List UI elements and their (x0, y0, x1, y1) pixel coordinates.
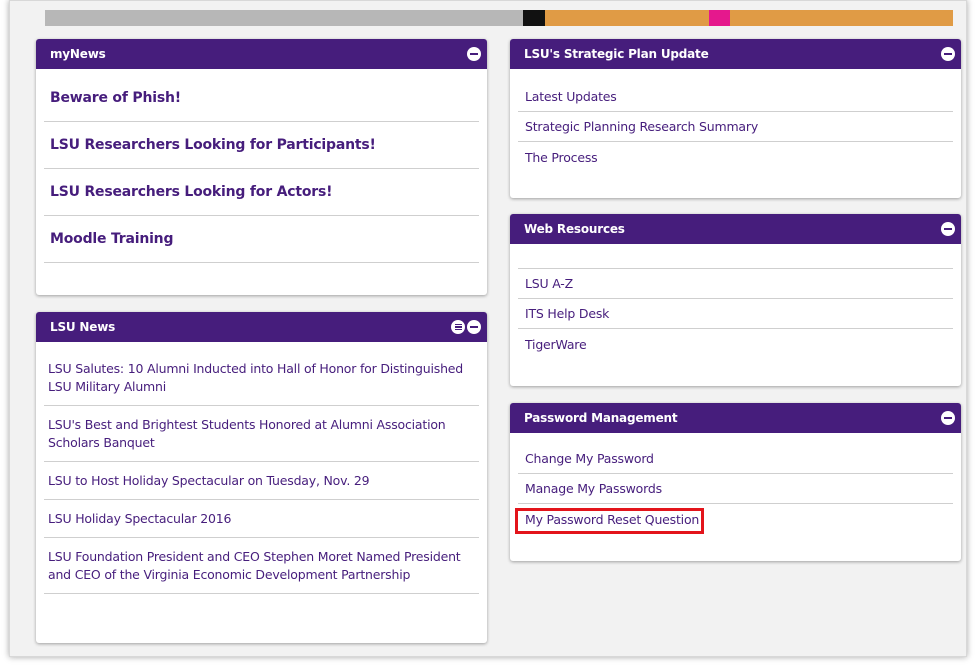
news-link[interactable]: LSU's Best and Brightest Students Honore… (44, 406, 479, 462)
collapse-icon[interactable] (941, 222, 955, 236)
mynews-title: myNews (50, 47, 106, 61)
strategic-link-research-summary[interactable]: Strategic Planning Research Summary (518, 112, 953, 142)
web-link-tigerware[interactable]: TigerWare (518, 329, 953, 359)
news-item[interactable]: Beware of Phish! (44, 75, 479, 122)
top-banner-strip (45, 10, 953, 26)
news-link[interactable]: LSU Foundation President and CEO Stephen… (44, 538, 479, 594)
web-link-its-help-desk[interactable]: ITS Help Desk (518, 299, 953, 329)
strategic-plan-panel: LSU's Strategic Plan Update Latest Updat… (510, 39, 961, 198)
web-resources-header: Web Resources (510, 214, 961, 244)
strategic-link-latest-updates[interactable]: Latest Updates (518, 82, 953, 112)
news-link[interactable]: LSU to Host Holiday Spectacular on Tuesd… (44, 462, 479, 500)
password-link-change[interactable]: Change My Password (518, 444, 953, 474)
collapse-icon[interactable] (467, 320, 481, 334)
mynews-header: myNews (36, 39, 487, 69)
collapse-icon[interactable] (467, 47, 481, 61)
password-management-title: Password Management (524, 411, 678, 425)
collapse-icon[interactable] (941, 411, 955, 425)
news-item[interactable]: LSU Researchers Looking for Actors! (44, 169, 479, 216)
news-item[interactable]: Moodle Training (44, 216, 479, 263)
news-link[interactable]: LSU Salutes: 10 Alumni Inducted into Hal… (44, 350, 479, 406)
lsu-news-header: LSU News (36, 312, 487, 342)
strategic-plan-header: LSU's Strategic Plan Update (510, 39, 961, 69)
options-icon[interactable] (451, 320, 465, 334)
password-management-panel: Password Management Change My Password M… (510, 403, 961, 561)
web-resources-title: Web Resources (524, 222, 625, 236)
strategic-link-process[interactable]: The Process (518, 142, 953, 172)
collapse-icon[interactable] (941, 47, 955, 61)
web-resources-panel: Web Resources LSU A-Z ITS Help Desk Tige… (510, 214, 961, 386)
mynews-panel: myNews Beware of Phish! LSU Researchers … (36, 39, 487, 295)
password-link-reset-question[interactable]: My Password Reset Question (518, 504, 953, 534)
lsu-news-title: LSU News (50, 320, 116, 334)
strategic-plan-title: LSU's Strategic Plan Update (524, 47, 709, 61)
portal-frame: myNews Beware of Phish! LSU Researchers … (9, 0, 967, 657)
list-divider (518, 244, 953, 269)
news-item[interactable]: LSU Researchers Looking for Participants… (44, 122, 479, 169)
news-link[interactable]: LSU Holiday Spectacular 2016 (44, 500, 479, 538)
lsu-news-panel: LSU News LSU Salutes: 10 Alumni Inducted… (36, 312, 487, 643)
password-management-header: Password Management (510, 403, 961, 433)
web-link-lsu-az[interactable]: LSU A-Z (518, 269, 953, 299)
password-link-manage[interactable]: Manage My Passwords (518, 474, 953, 504)
